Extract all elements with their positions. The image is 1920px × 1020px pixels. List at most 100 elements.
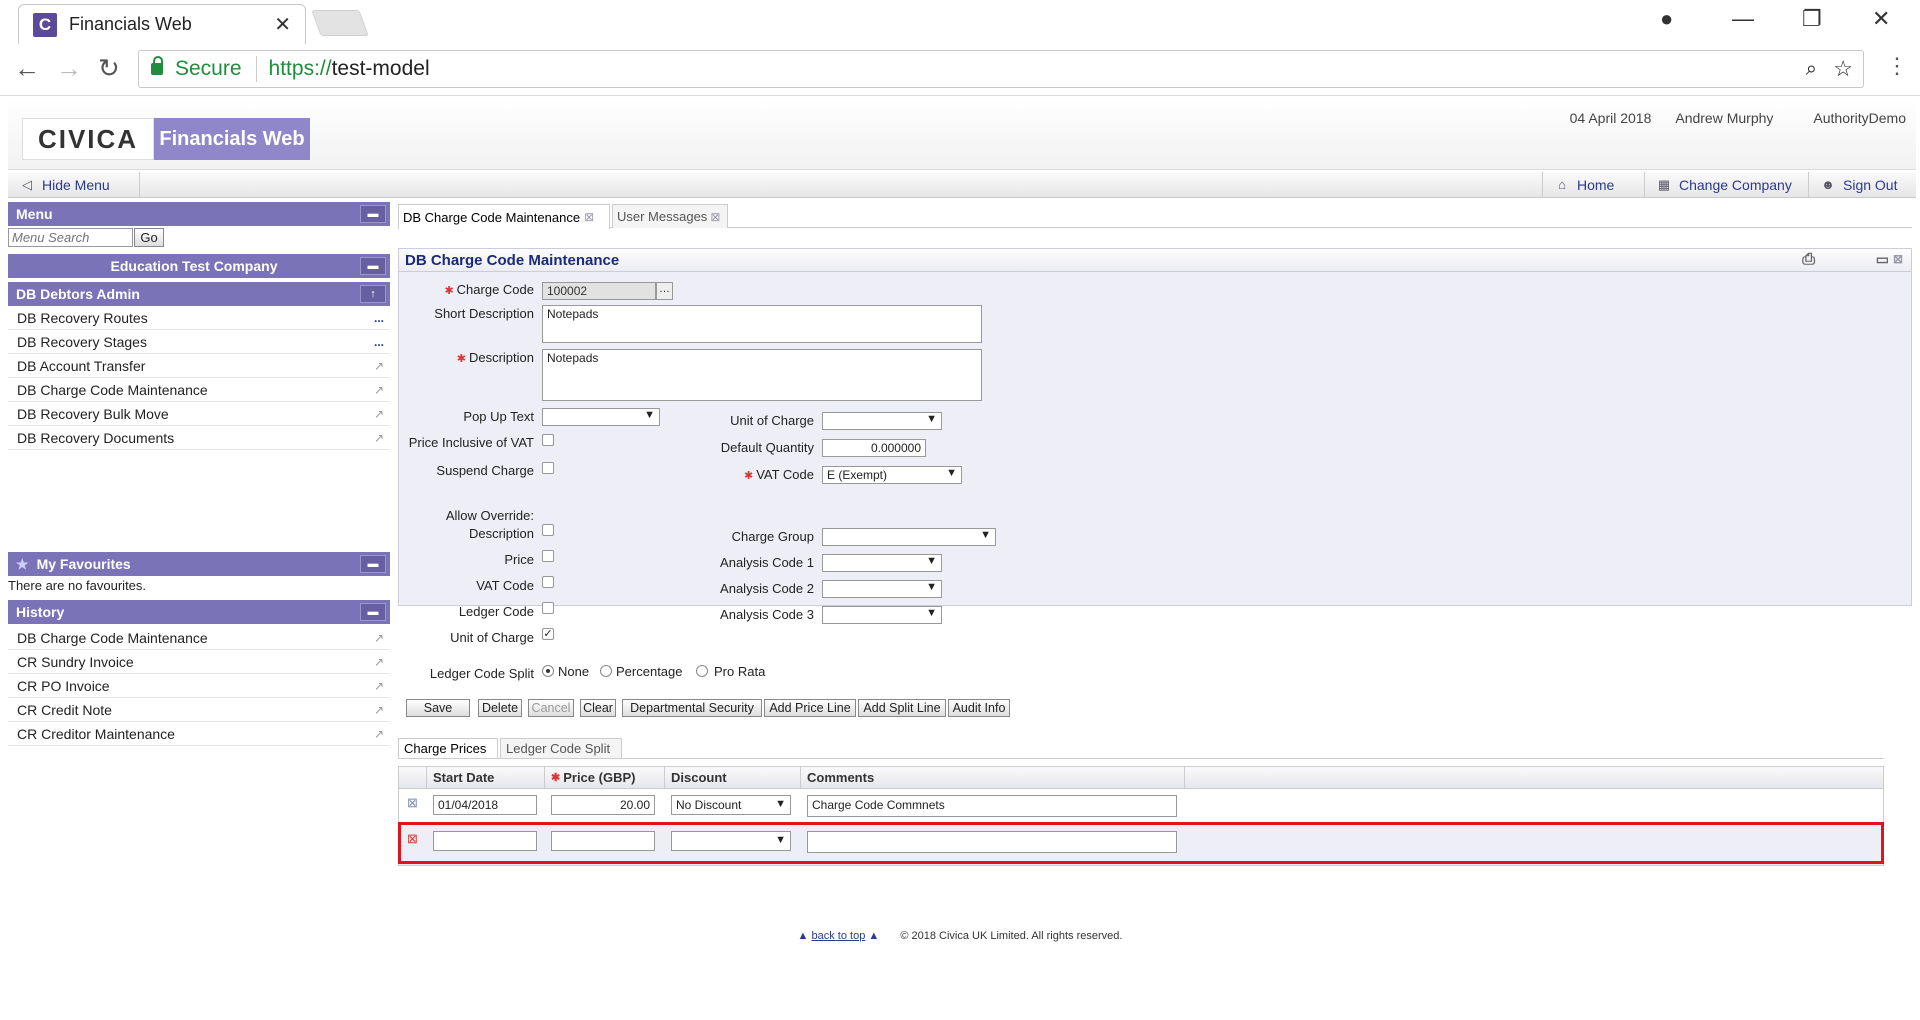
menu-item-recovery-routes[interactable]: DB Recovery Routes... (8, 306, 390, 330)
kebab-menu-icon[interactable]: ⋮ (1886, 53, 1908, 79)
add-split-line-button[interactable]: Add Split Line (858, 699, 946, 717)
section-up-icon[interactable]: ↑ (360, 285, 386, 303)
open-new-icon[interactable]: ↗ (374, 727, 384, 741)
price-input[interactable]: 20.00 (551, 795, 655, 815)
sign-out-button[interactable]: ☻ Sign Out (1808, 172, 1907, 198)
print-icon[interactable]: ⎙ (1802, 251, 1815, 269)
open-new-icon[interactable]: ↗ (374, 679, 384, 693)
open-new-icon[interactable]: ↗ (374, 703, 384, 717)
analysis-code-2-select[interactable]: ▼ (822, 580, 942, 598)
split-prorata-radio[interactable] (696, 665, 708, 677)
discount-select[interactable]: No Discount ▼ (671, 795, 791, 815)
back-arrow-icon[interactable]: ← (14, 53, 40, 84)
save-button[interactable]: Save (406, 699, 470, 717)
split-none-radio[interactable] (542, 665, 554, 677)
close-tab-icon[interactable]: ✕ (274, 12, 291, 37)
history-item[interactable]: CR Sundry Invoice ↗ (8, 650, 390, 674)
column-discount: Discount (665, 767, 801, 789)
column-price: Price (GBP) (563, 770, 636, 785)
split-percentage-radio[interactable] (600, 665, 612, 677)
forward-arrow-icon[interactable]: → (56, 53, 82, 84)
url-input[interactable]: Secure https:// test-model ⌕ ☆ (138, 50, 1864, 88)
zoom-icon[interactable]: ⌕ (1806, 58, 1817, 81)
clear-button[interactable]: Clear (580, 699, 616, 717)
charge-code-lookup-button[interactable]: … (656, 282, 673, 300)
delete-row-icon[interactable]: ⊠ (407, 795, 418, 811)
analysis-code-3-select[interactable]: ▼ (822, 606, 942, 624)
menu-item-bulk-move[interactable]: DB Recovery Bulk Move ↗ (8, 402, 390, 426)
close-tab-icon[interactable]: ⊠ (710, 210, 720, 224)
add-price-line-button[interactable]: Add Price Line (764, 699, 856, 717)
browser-tab[interactable]: C Financials Web ✕ (18, 4, 306, 44)
menu-panel-toggle-icon[interactable]: ▬ (360, 205, 386, 223)
comments-input[interactable]: Charge Code Commnets (807, 795, 1177, 817)
restore-icon[interactable]: ❐ (1802, 6, 1822, 32)
company-toggle-icon[interactable]: ▬ (360, 257, 386, 275)
price-incl-vat-checkbox[interactable] (542, 434, 554, 446)
override-unit-checkbox[interactable]: ✓ (542, 628, 554, 640)
app-window: CIVICA Financials Web 04 April 2018 Andr… (4, 100, 1916, 960)
price-incl-vat-label: Price Inclusive of VAT (408, 435, 534, 450)
popup-text-select[interactable]: ▼ (542, 408, 660, 426)
window-restore-icon[interactable]: ▭ (1876, 251, 1889, 268)
menu-item-recovery-stages[interactable]: DB Recovery Stages... (8, 330, 390, 354)
departmental-security-button[interactable]: Departmental Security (622, 699, 762, 717)
charge-group-select[interactable]: ▼ (822, 528, 996, 546)
menu-search-input[interactable] (8, 228, 133, 247)
change-company-button[interactable]: ▦ Change Company (1644, 172, 1802, 198)
override-description-checkbox[interactable] (542, 524, 554, 536)
analysis-code-1-select[interactable]: ▼ (822, 554, 942, 572)
bookmark-star-icon[interactable]: ☆ (1833, 56, 1853, 82)
cancel-button[interactable]: Cancel (528, 699, 574, 717)
override-ledger-checkbox[interactable] (542, 602, 554, 614)
hide-menu-button[interactable]: ◁ Hide Menu (8, 172, 140, 198)
section-header[interactable]: DB Debtors Admin ↑ (8, 282, 390, 306)
lock-icon (151, 56, 163, 75)
menu-item-charge-code[interactable]: DB Charge Code Maintenance ↗ (8, 378, 390, 402)
charge-code-input[interactable]: 100002 (542, 282, 656, 300)
menu-search-go-button[interactable]: Go (134, 228, 164, 247)
override-price-checkbox[interactable] (542, 550, 554, 562)
new-tab-button[interactable] (311, 10, 369, 36)
open-new-icon[interactable]: ↗ (374, 359, 384, 373)
analysis-code-2-label: Analysis Code 2 (720, 581, 814, 596)
form-close-icon[interactable]: ⊠ (1893, 252, 1903, 266)
history-item[interactable]: CR PO Invoice ↗ (8, 674, 390, 698)
open-new-icon[interactable]: ↗ (374, 407, 384, 421)
default-quantity-input[interactable]: 0.000000 (822, 439, 926, 457)
minimize-icon[interactable]: — (1732, 6, 1754, 32)
open-new-icon[interactable]: ↗ (374, 631, 384, 645)
audit-info-button[interactable]: Audit Info (948, 699, 1010, 717)
tab-user-messages[interactable]: User Messages ⊠ (612, 204, 728, 228)
footer: ▲ back to top ▲ © 2018 Civica UK Limited… (4, 930, 1916, 942)
home-button[interactable]: ⌂ Home (1542, 172, 1624, 198)
profile-icon[interactable]: ● (1660, 6, 1673, 32)
favourites-toggle-icon[interactable]: ▬ (360, 555, 386, 573)
description-input[interactable]: Notepads (542, 349, 982, 401)
menu-item-account-transfer[interactable]: DB Account Transfer ↗ (8, 354, 390, 378)
tab-charge-code-maintenance[interactable]: DB Charge Code Maintenance ⊠ (398, 204, 610, 229)
delete-button[interactable]: Delete (478, 699, 522, 717)
history-item[interactable]: DB Charge Code Maintenance ↗ (8, 626, 390, 650)
override-vat-checkbox[interactable] (542, 576, 554, 588)
window-close-icon[interactable]: ✕ (1872, 6, 1890, 32)
open-new-icon[interactable]: ↗ (374, 383, 384, 397)
suspend-charge-checkbox[interactable] (542, 462, 554, 474)
history-item[interactable]: CR Credit Note ↗ (8, 698, 390, 722)
tab-ledger-code-split[interactable]: Ledger Code Split (500, 738, 622, 758)
open-new-icon[interactable]: ↗ (374, 655, 384, 669)
open-new-icon[interactable]: ↗ (374, 431, 384, 445)
reload-icon[interactable]: ↻ (98, 53, 120, 84)
short-description-input[interactable]: Notepads (542, 305, 982, 343)
tab-charge-prices[interactable]: Charge Prices (398, 738, 498, 758)
back-to-top-link[interactable]: back to top (812, 930, 866, 942)
history-item[interactable]: CR Creditor Maintenance ↗ (8, 722, 390, 746)
start-date-input[interactable]: 01/04/2018 (433, 795, 537, 815)
vat-code-select[interactable]: E (Exempt) ▼ (822, 466, 962, 484)
menu-item-recovery-docs[interactable]: DB Recovery Documents ↗ (8, 426, 390, 450)
unit-of-charge-select[interactable]: ▼ (822, 412, 942, 430)
dropdown-arrow-icon: ▼ (980, 529, 991, 541)
history-toggle-icon[interactable]: ▬ (360, 603, 386, 621)
building-icon: ▦ (1657, 177, 1671, 192)
close-tab-icon[interactable]: ⊠ (584, 210, 594, 224)
